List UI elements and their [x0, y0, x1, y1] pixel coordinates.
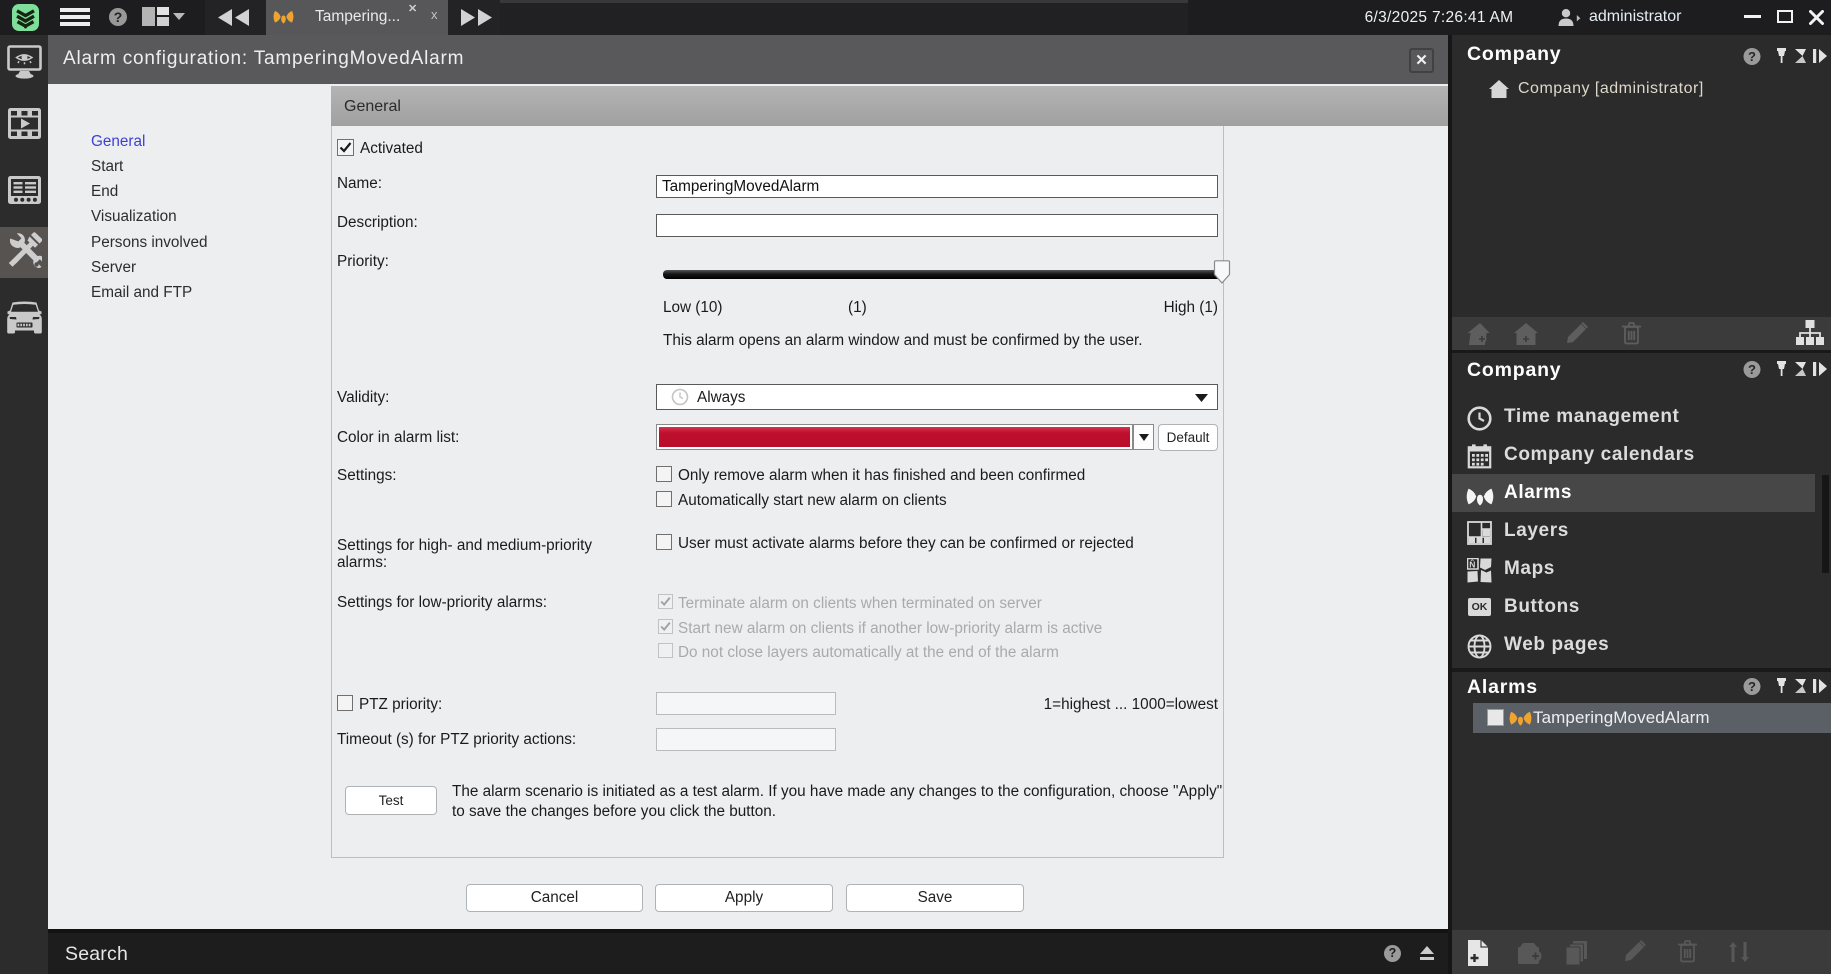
svg-text:N̂: N̂ — [1469, 559, 1475, 569]
